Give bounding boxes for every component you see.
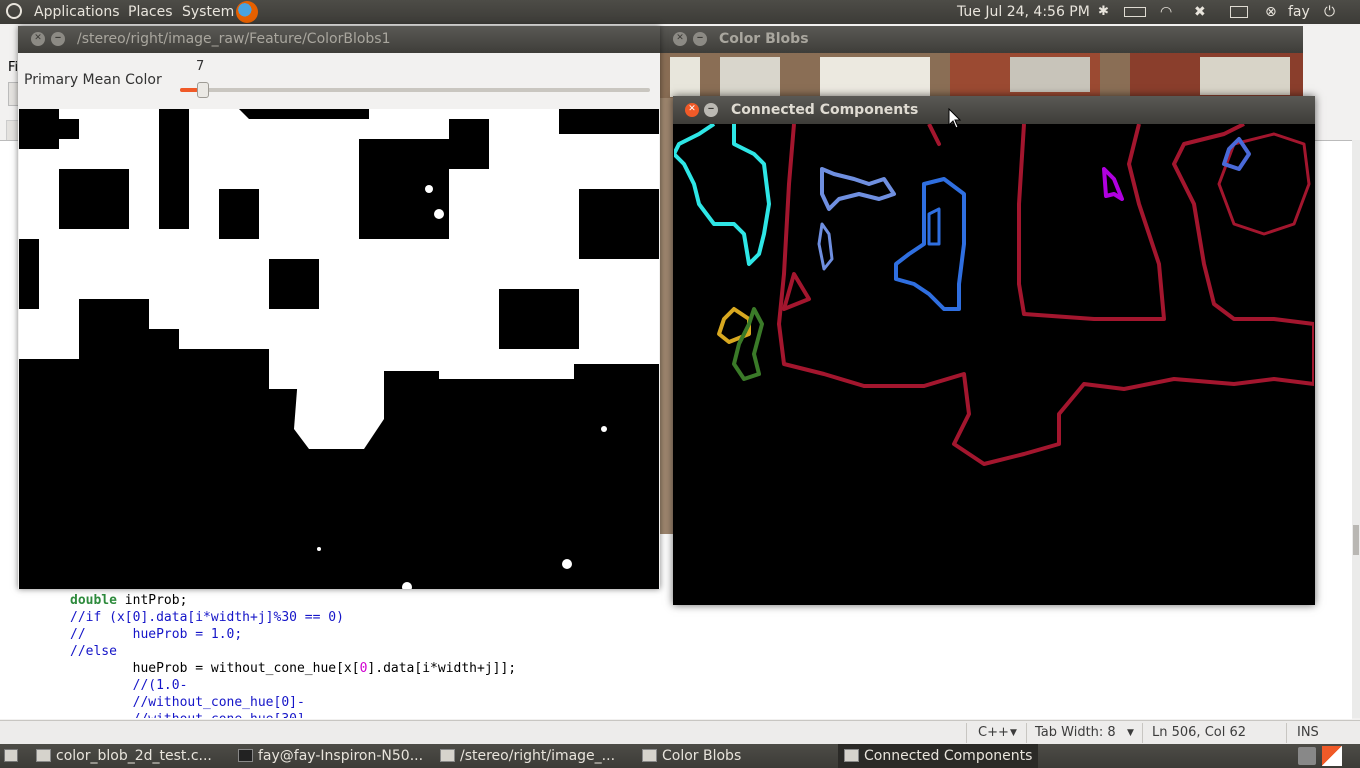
slider-fill xyxy=(180,88,198,92)
close-icon[interactable]: ✕ xyxy=(673,32,687,46)
top-panel: Applications Places System Tue Jul 24, 4… xyxy=(0,0,1360,24)
bluetooth-icon[interactable]: ✱ xyxy=(1098,4,1109,19)
minimize-icon[interactable]: ‒ xyxy=(704,103,718,117)
minimize-icon[interactable]: ‒ xyxy=(693,32,707,46)
slider-value: 7 xyxy=(196,59,205,74)
code-line: //without_cone_hue[0]- xyxy=(70,695,305,710)
trash-icon[interactable] xyxy=(1298,747,1316,765)
battery-icon[interactable] xyxy=(1124,7,1146,17)
chevron-down-icon: ▼ xyxy=(1010,728,1017,738)
clock[interactable]: Tue Jul 24, 4:56 PM xyxy=(957,4,1090,20)
taskbar-item[interactable]: Connected Components xyxy=(838,744,1038,768)
close-icon[interactable]: ✕ xyxy=(31,32,45,46)
text-editor-icon xyxy=(36,749,51,762)
code-line: //else xyxy=(70,644,117,659)
show-desktop-icon[interactable] xyxy=(4,749,18,762)
editor-scrollbar[interactable] xyxy=(1352,140,1360,718)
connected-components-image xyxy=(674,124,1314,604)
primary-mean-color-slider[interactable] xyxy=(180,82,650,98)
code-line: hueProb = without_cone_hue[x[0].data[i*w… xyxy=(70,661,517,676)
color-blobs-titlebar[interactable]: ✕ ‒ Color Blobs xyxy=(660,26,1303,53)
power-icon[interactable]: ⏻ xyxy=(1324,4,1335,20)
cursor-position: Ln 506, Col 62 xyxy=(1152,725,1247,740)
window-title: /stereo/right/image_raw/Feature/ColorBlo… xyxy=(77,31,391,47)
language-selector[interactable]: C++ xyxy=(978,725,1009,740)
firefox-icon[interactable] xyxy=(236,1,258,23)
divider xyxy=(966,723,967,743)
user-name[interactable]: fay xyxy=(1288,4,1310,20)
window-icon xyxy=(440,749,455,762)
tab-width-selector[interactable]: Tab Width: 8 xyxy=(1035,725,1116,740)
connected-components-window[interactable]: ✕ ‒ Connected Components xyxy=(673,96,1315,605)
wifi-icon[interactable]: ◠ xyxy=(1160,4,1172,20)
editor-status-bar: C++ ▼ Tab Width: 8 ▼ Ln 506, Col 62 INS xyxy=(0,720,1360,745)
divider xyxy=(1026,723,1027,743)
window-title: Color Blobs xyxy=(719,31,809,47)
divider xyxy=(1142,723,1143,743)
user-status-icon[interactable]: ⊗ xyxy=(1265,4,1277,20)
editor-file-menu[interactable]: Fi xyxy=(8,60,18,75)
code-line: // hueProb = 1.0; xyxy=(70,627,243,642)
taskbar-item[interactable]: /stereo/right/image_... xyxy=(434,744,634,768)
taskbar-item[interactable]: color_blob_2d_test.c... xyxy=(30,744,228,768)
taskbar: color_blob_2d_test.c... fay@fay-Inspiron… xyxy=(0,744,1360,768)
close-icon[interactable]: ✕ xyxy=(685,103,699,117)
window-icon xyxy=(642,749,657,762)
volume-muted-icon[interactable]: ✖ xyxy=(1194,4,1206,20)
minimize-icon[interactable]: ‒ xyxy=(51,32,65,46)
mouse-pointer-icon xyxy=(948,108,962,129)
taskbar-item[interactable]: Color Blobs xyxy=(636,744,834,768)
slider-label: Primary Mean Color xyxy=(24,72,162,88)
window-title: Connected Components xyxy=(731,102,919,118)
applications-menu[interactable]: Applications xyxy=(34,4,120,20)
taskbar-item[interactable]: fay@fay-Inspiron-N50... xyxy=(232,744,430,768)
connected-components-titlebar[interactable]: ✕ ‒ Connected Components xyxy=(673,96,1315,124)
code-line: //(1.0- xyxy=(70,678,188,693)
divider xyxy=(1286,723,1287,743)
code-line: //if (x[0].data[i*width+j]%30 == 0) xyxy=(70,610,344,625)
terminal-icon xyxy=(238,749,253,762)
mail-icon[interactable] xyxy=(1230,6,1248,18)
binary-mask-image xyxy=(19,109,659,589)
system-menu[interactable]: System xyxy=(182,4,234,20)
window-icon xyxy=(844,749,859,762)
code-line: //without_cone_hue[30] xyxy=(70,712,305,718)
feature-titlebar[interactable]: ✕ ‒ /stereo/right/image_raw/Feature/Colo… xyxy=(18,26,660,53)
insert-mode: INS xyxy=(1297,725,1319,740)
code-line: double intProb; xyxy=(70,593,188,608)
workspace-switcher-icon[interactable] xyxy=(1322,746,1342,766)
ubuntu-logo-icon[interactable] xyxy=(6,3,22,19)
chevron-down-icon: ▼ xyxy=(1127,728,1134,738)
places-menu[interactable]: Places xyxy=(128,4,173,20)
slider-handle[interactable] xyxy=(197,82,209,98)
feature-window[interactable]: ✕ ‒ /stereo/right/image_raw/Feature/Colo… xyxy=(18,26,660,589)
scrollbar-thumb[interactable] xyxy=(1353,525,1359,555)
